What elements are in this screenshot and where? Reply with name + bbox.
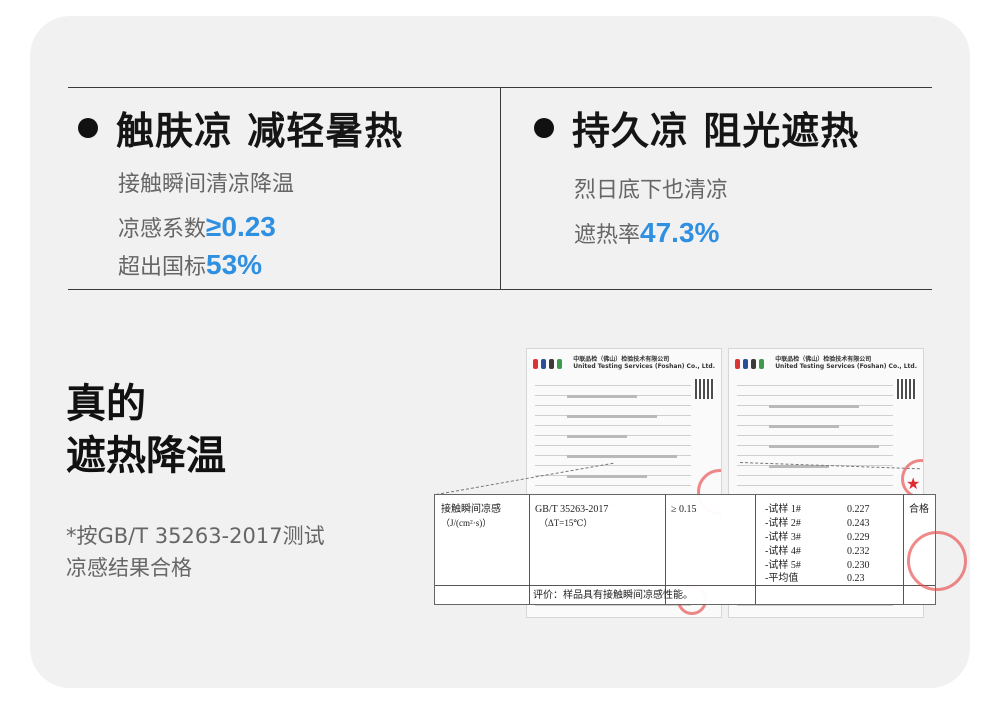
- qr-code-icon: [897, 379, 917, 399]
- feature-1-line-3: 超出国标53%: [118, 248, 262, 282]
- headline: 真的 遮热降温: [66, 378, 226, 482]
- cma-logo-icon: [735, 359, 741, 369]
- feature-1-line-3-text: 超出国标: [118, 255, 207, 280]
- org-name-en: United Testing Services (Foshan) Co., Lt…: [775, 363, 917, 370]
- zoom-unit-label: （J/(cm²·s)）: [441, 518, 492, 528]
- zoom-requirement: ≥ 0.15: [671, 504, 697, 515]
- sample-4-label: -试样 4#: [765, 546, 801, 557]
- exceed-standard-value: 53%: [206, 249, 263, 280]
- cnas-logo-icon: [751, 359, 757, 369]
- feature-2-line-2: 遮热率47.3%: [574, 216, 719, 250]
- zoom-standard-label: GB/T 35263-2017: [535, 504, 609, 515]
- zoom-condition-label: （ΔT=15℃）: [539, 518, 593, 528]
- ilac-logo-icon: [541, 359, 547, 369]
- test-note-line-1: *按GB/T 35263-2017测试: [66, 524, 325, 548]
- feature-2-line-1: 烈日底下也清凉: [574, 178, 728, 204]
- cert-logo-icon: [557, 359, 563, 369]
- cert-logo-icon: [759, 359, 765, 369]
- feature-2-line-2-text: 遮热率: [574, 223, 641, 248]
- sample-2-value: 0.243: [847, 518, 870, 529]
- sample-4-value: 0.232: [847, 546, 870, 557]
- feature-2-line-1-text: 烈日底下也清凉: [574, 178, 729, 203]
- cnas-logo-icon: [549, 359, 555, 369]
- column-divider: [500, 87, 501, 289]
- bullet-icon: [534, 117, 554, 138]
- feature-1-line-1-text: 接触瞬间清凉降温: [118, 172, 295, 197]
- cooling-coefficient-value: ≥0.23: [206, 211, 276, 242]
- sample-average-label: -平均值: [765, 573, 799, 584]
- test-note-line-2: 凉感结果合格: [66, 555, 192, 580]
- sample-average-value: 0.23: [847, 573, 865, 584]
- sample-3-value: 0.229: [847, 532, 870, 543]
- report-stamp: [907, 531, 967, 591]
- report-zoom-table: 接触瞬间凉感 （J/(cm²·s)） GB/T 35263-2017 （ΔT=1…: [434, 494, 967, 605]
- qr-code-icon: [695, 379, 715, 399]
- heat-shield-rate-value: 47.3%: [640, 217, 720, 248]
- test-note: *按GB/T 35263-2017测试 凉感结果合格: [66, 521, 325, 584]
- sample-1-label: -试样 1#: [765, 504, 801, 515]
- bullet-icon: [78, 117, 98, 138]
- sample-3-label: -试样 3#: [765, 532, 801, 543]
- sample-2-label: -试样 2#: [765, 518, 801, 529]
- cma-logo-icon: [533, 359, 539, 369]
- zoom-item-label: 接触瞬间凉感: [441, 504, 501, 515]
- feature-1-title: 触肤凉 减轻暑热: [78, 100, 403, 155]
- ilac-logo-icon: [743, 359, 749, 369]
- feature-1-title-text: 触肤凉 减轻暑热: [116, 109, 404, 153]
- star-icon: ★: [906, 474, 921, 493]
- feature-2-title: 持久凉 阻光遮热: [534, 100, 859, 155]
- feature-1-line-2: 凉感系数≥0.23: [118, 210, 276, 244]
- sample-1-value: 0.227: [847, 504, 870, 515]
- feature-2-title-text: 持久凉 阻光遮热: [572, 109, 860, 153]
- bottom-rule: [68, 289, 932, 290]
- sample-5-value: 0.230: [847, 560, 870, 571]
- headline-line-2: 遮热降温: [66, 433, 226, 479]
- zoom-verdict: 合格: [909, 504, 929, 515]
- sample-5-label: -试样 5#: [765, 560, 801, 571]
- feature-1-line-2-text: 凉感系数: [118, 217, 207, 242]
- org-name-en: United Testing Services (Foshan) Co., Lt…: [573, 363, 715, 370]
- org-name: 中联品检（佛山）检验技术有限公司 United Testing Services…: [775, 356, 917, 371]
- feature-1-line-1: 接触瞬间清凉降温: [118, 172, 294, 198]
- zoom-evaluation: 评价：样品具有接触瞬间凉感性能。: [533, 590, 693, 601]
- headline-line-1: 真的: [66, 381, 146, 427]
- org-name: 中联品检（佛山）检验技术有限公司 United Testing Services…: [573, 356, 715, 371]
